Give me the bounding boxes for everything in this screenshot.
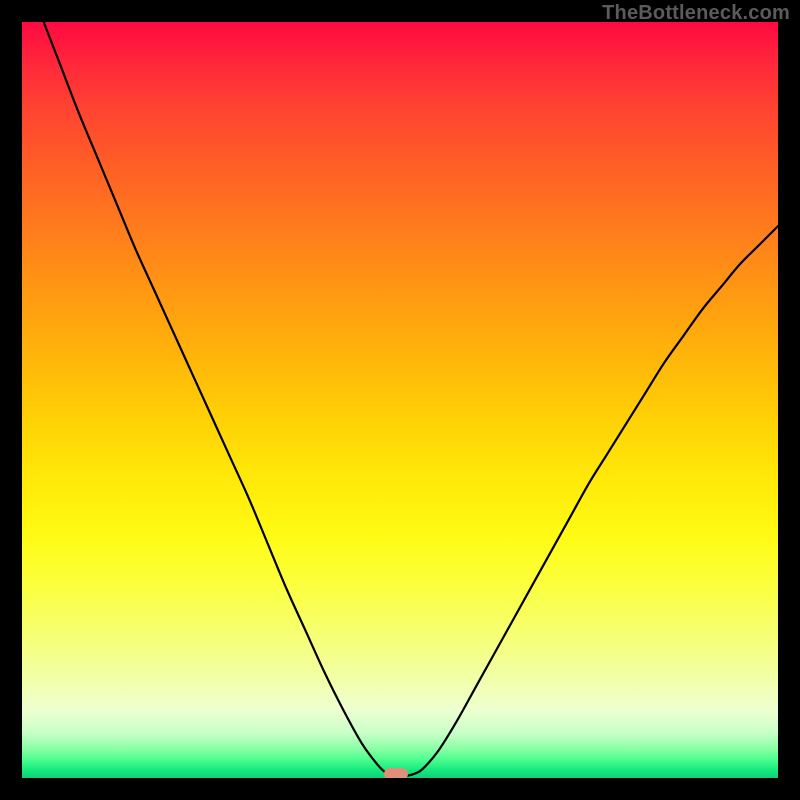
chart-frame: TheBottleneck.com	[0, 0, 800, 800]
attribution-label: TheBottleneck.com	[602, 2, 790, 25]
plot-area	[22, 22, 778, 778]
bottleneck-curve	[22, 22, 778, 778]
optimum-marker	[384, 768, 408, 778]
